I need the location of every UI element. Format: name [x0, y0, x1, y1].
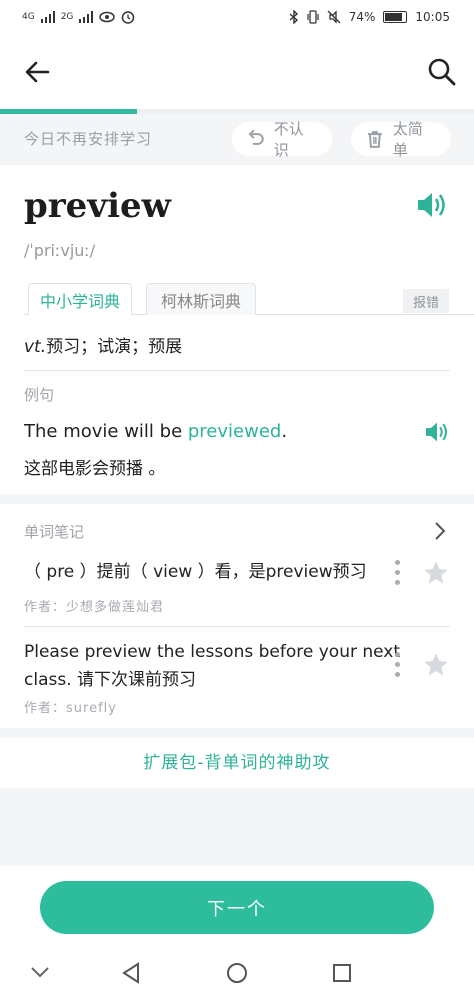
- note-more-menu[interactable]: [392, 652, 402, 682]
- nav-back-icon[interactable]: [120, 962, 142, 984]
- back-button[interactable]: [22, 56, 54, 88]
- too-easy-button[interactable]: 太简单: [351, 120, 451, 159]
- undo-icon: [248, 129, 264, 145]
- next-button[interactable]: 下一个: [40, 881, 434, 934]
- word-audio-button[interactable]: [416, 191, 448, 223]
- example-section-label: 例句: [24, 386, 55, 404]
- chevron-right-icon: [435, 522, 446, 540]
- section-separator: [0, 494, 474, 504]
- status-left: 4G 2G: [22, 10, 135, 24]
- example-text-part: .: [281, 421, 288, 442]
- bluetooth-icon: [289, 10, 298, 24]
- tab-school-dict[interactable]: 中小学词典: [28, 283, 132, 315]
- action-row: 今日不再安排学习 不认识 太简单: [0, 114, 474, 165]
- notes-section-label: 单词笔记: [24, 523, 85, 541]
- phonetic: /ˈpriːvjuː/: [24, 241, 96, 260]
- signal-2g: 2G: [60, 12, 74, 22]
- definition-meaning: 预习；试演；预展: [46, 337, 183, 357]
- note-text-line: class. 请下次课前预习: [24, 670, 197, 690]
- example-english: The movie will be previewed.: [24, 421, 287, 442]
- unknown-button[interactable]: 不认识: [232, 120, 332, 159]
- battery-percent: 74%: [348, 10, 376, 24]
- signal-bars-icon: [40, 11, 55, 23]
- nav-home-icon[interactable]: [226, 962, 248, 984]
- system-nav-bar: [0, 944, 474, 1000]
- note-text-line: Please preview the lessons before your n…: [24, 642, 401, 662]
- report-error-button[interactable]: 报错: [403, 289, 449, 313]
- speaker-icon: [418, 193, 445, 217]
- top-nav: [0, 36, 474, 108]
- expansion-pack-link[interactable]: 扩展包-背单词的神助攻: [0, 738, 474, 788]
- notes-more-button[interactable]: [432, 520, 448, 542]
- example-audio-button[interactable]: [424, 421, 450, 447]
- chevron-down-icon[interactable]: [30, 966, 50, 978]
- note-author: 作者：surefly: [24, 701, 117, 716]
- skip-today-link[interactable]: 今日不再安排学习: [24, 128, 152, 149]
- example-highlight-word: previewed: [187, 421, 282, 442]
- signal-bars-icon: [79, 11, 94, 23]
- note-more-menu[interactable]: [392, 560, 402, 590]
- headword: preview: [24, 186, 171, 226]
- divider: [24, 626, 450, 627]
- star-icon: [424, 653, 448, 676]
- signal-4g: 4G: [22, 12, 35, 22]
- eye-icon: [99, 11, 116, 23]
- clock-time: 10:05: [415, 10, 450, 24]
- battery-icon: [383, 11, 408, 23]
- status-right: 74% 10:05: [289, 10, 450, 24]
- definition: vt.预习；试演；预展: [24, 332, 182, 357]
- mute-icon: [327, 10, 341, 24]
- section-separator: [0, 728, 474, 738]
- note-text: Please preview the lessons before your n…: [24, 638, 400, 694]
- search-button[interactable]: [426, 56, 458, 88]
- note-text: （ pre ）提前（ view ）看，是preview预习: [24, 562, 367, 582]
- empty-area: [0, 788, 474, 866]
- part-of-speech: vt.: [24, 337, 47, 357]
- alarm-icon: [122, 11, 135, 24]
- arrow-left-icon: [25, 61, 50, 83]
- trash-icon: [367, 131, 382, 148]
- speaker-icon: [426, 422, 448, 442]
- search-icon: [428, 58, 456, 86]
- note-like-button[interactable]: [422, 559, 450, 587]
- example-text-part: The movie will be: [24, 421, 188, 442]
- example-chinese: 这部电影会预播 。: [24, 459, 166, 479]
- too-easy-label: 太简单: [392, 120, 423, 159]
- tab-collins-dict[interactable]: 柯林斯词典: [146, 283, 256, 315]
- status-bar: 4G 2G 74% 10:05: [0, 0, 474, 36]
- nav-recent-icon[interactable]: [332, 963, 352, 983]
- note-like-button[interactable]: [422, 651, 450, 679]
- unknown-label: 不认识: [273, 120, 304, 159]
- note-author: 作者：少想多做莲灿君: [24, 600, 165, 615]
- divider: [24, 370, 450, 371]
- star-icon: [424, 561, 448, 584]
- vibrate-icon: [307, 10, 319, 24]
